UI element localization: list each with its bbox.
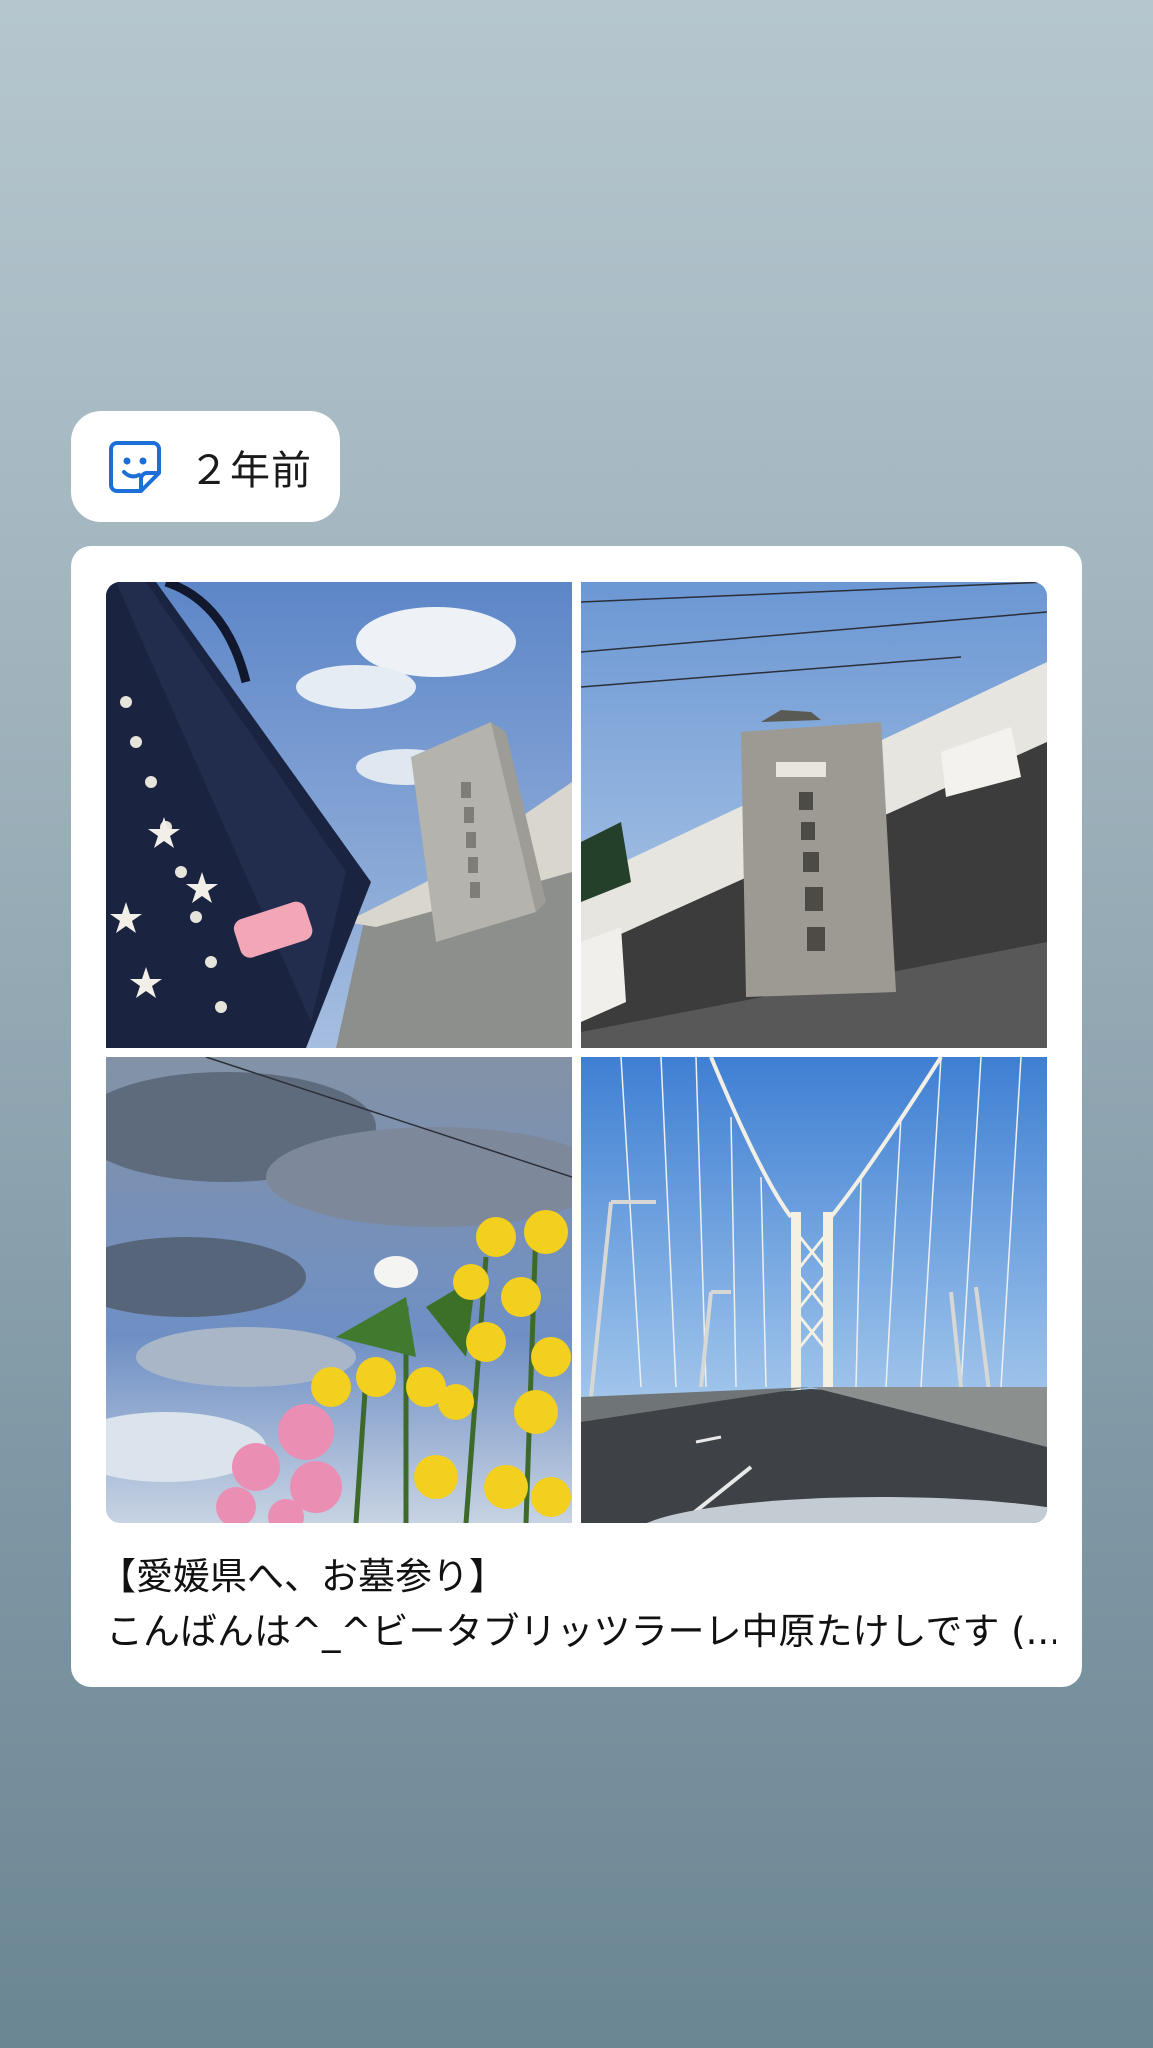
post-title: 【愛媛県へ、お墓参り】	[99, 1555, 506, 1598]
memory-post-card[interactable]: 【愛媛県へ、お墓参り】 こんばんは^_^ビータブリッツラーレ中原たけしです (.…	[71, 546, 1082, 1687]
photo-flowers-sky[interactable]	[106, 1057, 572, 1523]
bridge-image	[581, 1057, 1047, 1523]
tote-bag-image	[106, 582, 572, 1048]
photo-tote-bag-stone-monument[interactable]	[106, 582, 572, 1048]
photo-temple-stone-pillar[interactable]	[581, 582, 1047, 1048]
stone-pillar-image	[581, 582, 1047, 1048]
time-ago-label: ２年前	[189, 447, 312, 494]
photo-suspension-bridge[interactable]	[581, 1057, 1047, 1523]
sticker-face-icon	[109, 440, 161, 493]
memory-time-badge[interactable]: ２年前	[71, 411, 340, 522]
photo-grid[interactable]	[106, 582, 1047, 1523]
flowers-image	[106, 1057, 572, 1523]
post-excerpt: こんばんは^_^ビータブリッツラーレ中原たけしです (...	[106, 1610, 1056, 1653]
